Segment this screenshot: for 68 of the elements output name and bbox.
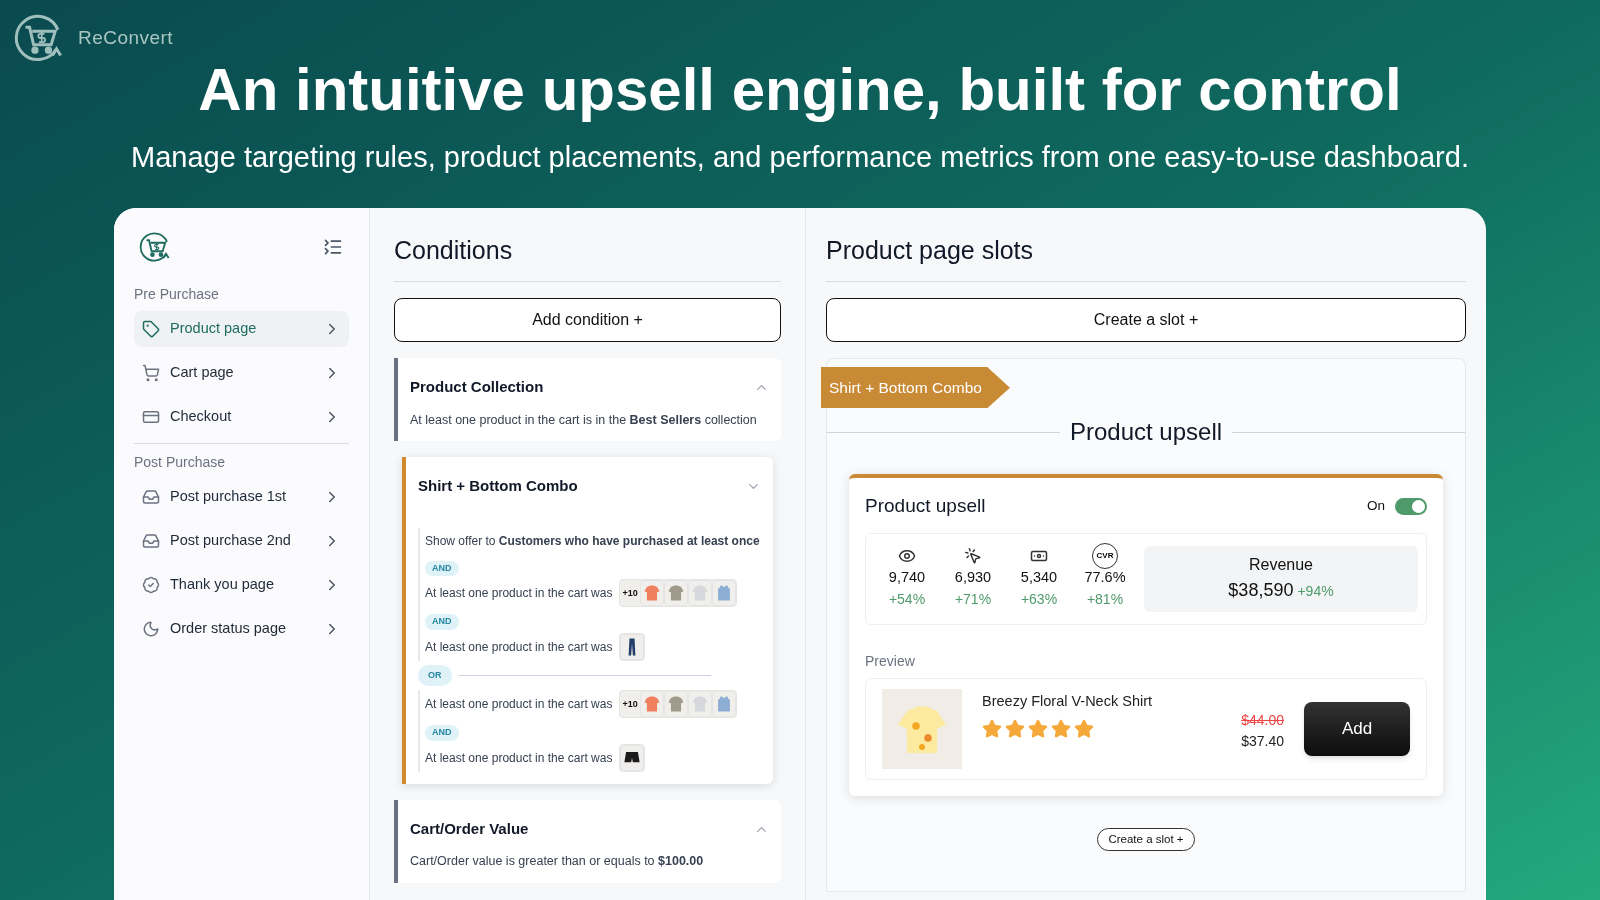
collapse-icon[interactable]: [323, 236, 343, 257]
star-icon: [1051, 718, 1071, 739]
rule-text: At least one product in the cart was: [425, 585, 613, 603]
hero-title: An intuitive upsell engine, built for control: [197, 60, 1403, 120]
section-title: Post Purchase: [134, 452, 227, 472]
stat-change: +54%: [888, 590, 926, 610]
rule-text: Show offer to Customers who have purchased at least once: [425, 532, 760, 550]
revenue-change: +94%: [1297, 582, 1334, 602]
tray-icon: [142, 531, 160, 550]
hero-subtitle: Manage targeting rules, product placements, and performance metrics from one easy-to-use dashboard.: [130, 140, 1470, 175]
slot-ribbon: Shirt + Bottom Combo: [821, 367, 1010, 409]
stat-value: 5,340: [1020, 568, 1058, 588]
stat-value: 77.6%: [1084, 568, 1126, 588]
product-name: Breezy Floral V-Neck Shirt: [982, 691, 1154, 711]
preview-label: Preview: [865, 651, 916, 671]
star-icon: [982, 718, 1002, 739]
original-price: $44.00: [1241, 710, 1284, 730]
connector-badge: AND: [425, 560, 459, 577]
crescent-icon: [142, 619, 160, 638]
connector-badge: AND: [425, 725, 459, 741]
cursor-click-icon: [964, 547, 982, 566]
widget-title: Product upsell: [865, 494, 986, 519]
star-icon: [1074, 718, 1094, 739]
condition-text: At least one product in the cart is in the Best Sellers collection: [410, 411, 758, 429]
stat-value: 6,930: [954, 568, 992, 588]
more-count: +10: [621, 697, 639, 711]
rule-text: At least one product in the cart was: [425, 749, 613, 767]
toggle-switch[interactable]: [1395, 498, 1427, 515]
brand-name: ReConvert: [78, 25, 174, 50]
toggle-label: On: [1367, 497, 1385, 516]
section-title: Pre Purchase: [134, 284, 220, 304]
sidebar-item[interactable]: Checkout: [134, 398, 349, 435]
create-slot-button[interactable]: Create a slot +: [1097, 827, 1195, 851]
connector-badge: AND: [425, 614, 459, 630]
sidebar-item[interactable]: Post purchase 2nd: [134, 522, 349, 559]
column-title: Product page slots: [826, 231, 1466, 282]
tray-icon: [142, 487, 160, 506]
revenue-label: Revenue: [1248, 555, 1313, 576]
rule-text: At least one product in the cart was: [425, 696, 613, 714]
sidebar-item[interactable]: Cart page: [134, 354, 349, 391]
more-count: +10: [621, 586, 639, 600]
sidebar-item[interactable]: Post purchase 1st: [134, 478, 349, 515]
card-title: Shirt + Bottom Combo: [418, 476, 578, 497]
check-badge-icon: [142, 575, 160, 594]
rule-text: At least one product in the cart was: [425, 638, 613, 656]
revenue-value: $38,590: [1228, 579, 1294, 603]
sale-price: $37.40: [1241, 731, 1284, 751]
star-icon: [1028, 718, 1048, 739]
tag-icon: [142, 319, 160, 338]
card-title: Product Collection: [410, 377, 544, 397]
slot-heading: Product upsell: [1068, 417, 1224, 448]
logo-icon: [138, 229, 172, 264]
add-button[interactable]: Add: [1304, 701, 1410, 756]
stat-change: +63%: [1020, 590, 1058, 610]
sidebar-item[interactable]: Order status page: [134, 610, 349, 647]
star-icon: [1005, 718, 1025, 739]
condition-text: Cart/Order value is greater than or equals to $100.00: [410, 853, 705, 871]
stat-change: +81%: [1086, 590, 1124, 610]
card-title: Cart/Order Value: [410, 818, 529, 839]
column-title: Conditions: [394, 231, 781, 282]
or-badge: OR: [418, 664, 452, 687]
sidebar-item[interactable]: Thank you page: [134, 566, 349, 603]
stat-value: 9,740: [888, 568, 926, 588]
sidebar-item[interactable]: Product page: [134, 310, 349, 347]
cart-icon: [142, 363, 160, 382]
stat-change: +71%: [954, 590, 992, 610]
create-slot-button[interactable]: Create a slot +: [826, 298, 1466, 342]
add-condition-button[interactable]: Add condition +: [394, 298, 781, 342]
